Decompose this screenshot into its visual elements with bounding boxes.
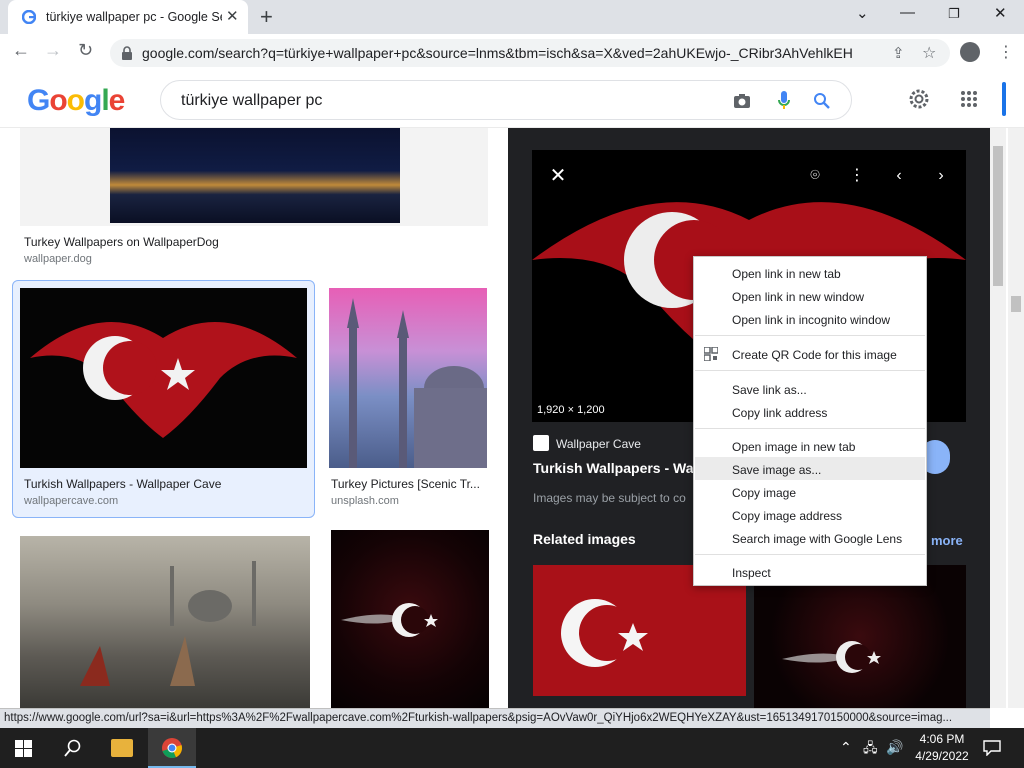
close-panel-icon[interactable]: ✕ (542, 160, 574, 192)
result-thumbnail[interactable] (20, 536, 310, 708)
new-tab-button[interactable]: + (260, 4, 273, 30)
chrome-taskbar-button[interactable] (148, 728, 196, 768)
account-indicator (1002, 82, 1006, 116)
crescent-star-image (341, 603, 438, 637)
menu-separator (695, 335, 925, 336)
forward-icon[interactable]: → (44, 40, 62, 61)
tab-google-search[interactable]: türkiye wallpaper pc - Google Se ✕ (8, 0, 248, 34)
page-scrollbar-thumb[interactable] (993, 146, 1003, 286)
result-caption[interactable]: Turkish Wallpapers - Wallpaper Cave (24, 477, 310, 491)
share-icon[interactable]: ⇪ (892, 44, 905, 62)
result-caption[interactable]: Turkey Pictures [Scenic Tr... (331, 477, 487, 491)
previous-icon[interactable]: ‹ (883, 160, 915, 192)
address-bar[interactable]: google.com/search?q=türkiye+wallpaper+pc… (110, 39, 950, 67)
taskbar-search-icon[interactable] (64, 739, 82, 757)
menu-separator (695, 554, 925, 555)
tab-search-icon[interactable]: ⌄ (856, 4, 869, 22)
window-scrollbar[interactable] (1008, 128, 1024, 708)
related-images-heading: Related images (533, 531, 636, 547)
google-logo[interactable]: Google (27, 84, 125, 118)
clock-time[interactable]: 4:06 PM (916, 732, 968, 746)
apps-grid-icon[interactable] (960, 90, 978, 108)
result-thumbnail[interactable] (329, 288, 487, 468)
reload-icon[interactable]: ↻ (78, 40, 93, 61)
tray-chevron-icon[interactable]: ⌃ (840, 739, 852, 756)
result-source[interactable]: unsplash.com (331, 495, 399, 507)
minimize-icon[interactable]: — (900, 4, 915, 21)
result-caption[interactable]: Turkey Wallpapers on WallpaperDog (24, 235, 484, 249)
notifications-icon[interactable] (983, 740, 1001, 756)
back-icon[interactable]: ← (12, 40, 30, 61)
menu-separator (695, 370, 925, 371)
volume-icon[interactable]: 🔊 (886, 739, 903, 756)
network-icon[interactable]: 🖧 (863, 739, 878, 761)
site-name[interactable]: Wallpaper Cave (556, 437, 641, 451)
menu-create-qr-code[interactable]: Create QR Code for this image (732, 348, 897, 362)
menu-open-image-new-tab[interactable]: Open image in new tab (732, 440, 855, 454)
next-icon[interactable]: › (925, 160, 957, 192)
chrome-menu-icon[interactable]: ⋮ (998, 42, 1014, 62)
microphone-icon[interactable] (777, 90, 791, 112)
profile-avatar[interactable] (960, 42, 980, 62)
crescent-star-image (782, 641, 881, 673)
more-link[interactable]: more (931, 533, 963, 548)
historic-painting-image (80, 561, 256, 686)
window-scrollbar-thumb[interactable] (1011, 296, 1021, 312)
site-favicon-icon (533, 435, 549, 451)
camera-icon[interactable] (733, 93, 751, 109)
menu-separator (695, 428, 925, 429)
mosque-image (347, 298, 487, 468)
context-menu: Open link in new tab Open link in new wi… (693, 256, 927, 586)
result-source[interactable]: wallpapercave.com (24, 495, 118, 507)
windows-taskbar: ⌃ 🖧 🔊 4:06 PM 4/29/2022 (0, 728, 1024, 768)
chrome-icon (162, 738, 182, 759)
menu-copy-image[interactable]: Copy image (732, 486, 796, 500)
menu-copy-image-address[interactable]: Copy image address (732, 509, 842, 523)
tab-close-button[interactable]: ✕ (226, 7, 239, 25)
url-text: google.com/search?q=türkiye+wallpaper+pc… (142, 45, 852, 61)
menu-open-link-new-tab[interactable]: Open link in new tab (732, 267, 841, 281)
bookmark-star-icon[interactable]: ☆ (922, 43, 936, 63)
result-thumbnail[interactable] (20, 288, 307, 468)
search-box[interactable]: türkiye wallpaper pc (160, 80, 852, 120)
menu-save-link-as[interactable]: Save link as... (732, 383, 807, 397)
google-favicon-icon (22, 10, 36, 24)
result-thumbnail[interactable] (331, 530, 489, 708)
preview-title[interactable]: Turkish Wallpapers - Wa (533, 460, 694, 476)
clock-date[interactable]: 4/29/2022 (911, 749, 973, 763)
lock-icon (122, 46, 132, 60)
search-icon[interactable] (813, 92, 831, 110)
menu-open-link-incognito[interactable]: Open link in incognito window (732, 313, 890, 327)
windows-start-icon[interactable] (15, 740, 32, 757)
image-results-grid: Turkey Wallpapers on WallpaperDog wallpa… (0, 128, 508, 708)
bridge-image (110, 128, 400, 223)
menu-inspect[interactable]: Inspect (732, 566, 771, 580)
page-scrollbar[interactable] (990, 128, 1006, 708)
menu-open-link-new-window[interactable]: Open link in new window (732, 290, 864, 304)
result-source[interactable]: wallpaper.dog (24, 253, 92, 265)
result-thumbnail[interactable] (20, 128, 488, 226)
status-bar: https://www.google.com/url?sa=i&url=http… (0, 708, 990, 728)
search-input[interactable]: türkiye wallpaper pc (181, 92, 322, 110)
more-options-icon[interactable]: ⋮ (841, 160, 873, 192)
image-dimensions: 1,920 × 1,200 (537, 404, 605, 416)
close-window-icon[interactable]: ✕ (994, 4, 1007, 22)
restore-icon[interactable]: ❐ (948, 6, 960, 22)
file-explorer-icon[interactable] (111, 739, 133, 757)
google-lens-icon[interactable]: ⌾ (799, 160, 831, 192)
tab-title: türkiye wallpaper pc - Google Se (46, 10, 222, 24)
menu-save-image-as[interactable]: Save image as... (732, 463, 821, 477)
copyright-notice: Images may be subject to co (533, 491, 686, 505)
status-url: https://www.google.com/url?sa=i&url=http… (4, 712, 953, 724)
settings-gear-icon[interactable] (908, 88, 930, 110)
qr-code-icon (704, 347, 718, 361)
menu-search-google-lens[interactable]: Search image with Google Lens (732, 532, 902, 546)
related-image-thumbnail[interactable] (754, 565, 966, 708)
menu-copy-link-address[interactable]: Copy link address (732, 406, 827, 420)
turkish-flag-eagle-image (30, 322, 297, 438)
